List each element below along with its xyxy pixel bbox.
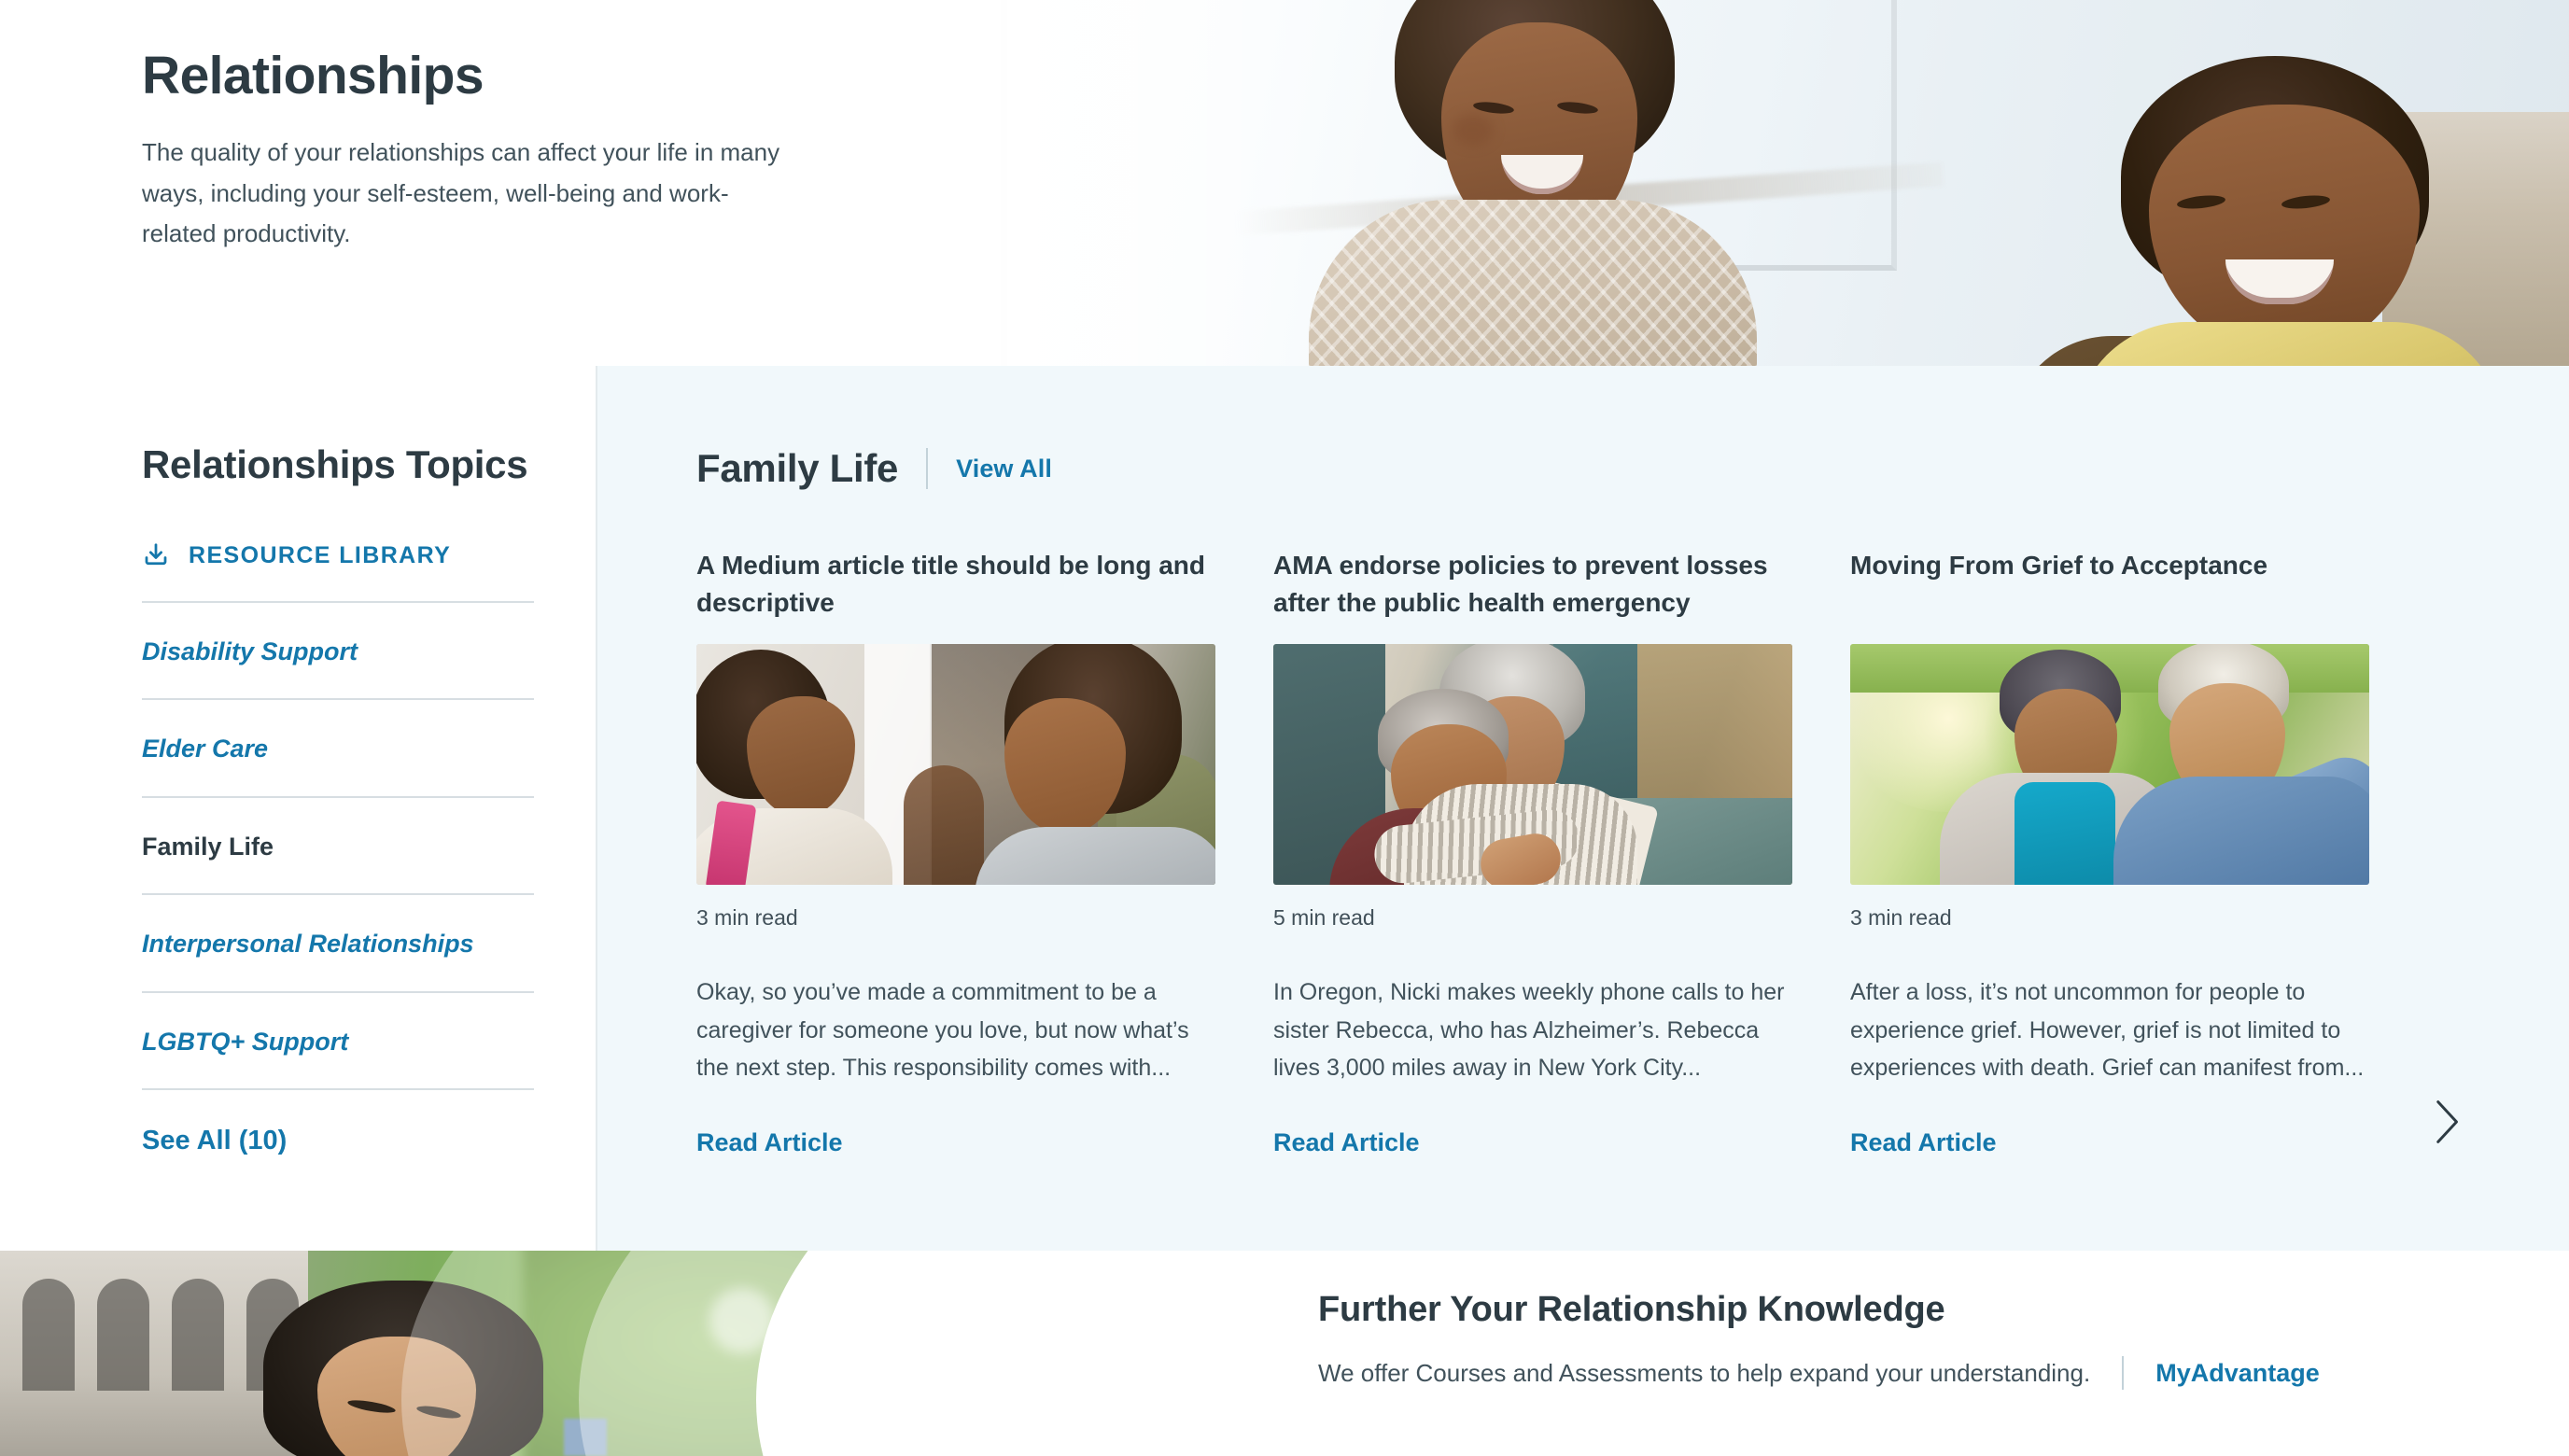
header-divider bbox=[926, 448, 929, 489]
hero-description: The quality of your relationships can af… bbox=[142, 137, 780, 248]
article-title[interactable]: AMA endorse policies to prevent losses a… bbox=[1273, 547, 1792, 623]
resource-library-label: RESOURCE LIBRARY bbox=[189, 541, 452, 568]
article-thumbnail[interactable] bbox=[1273, 644, 1792, 885]
article-read-time: 5 min read bbox=[1273, 905, 1375, 930]
main-section: Relationships Topics RESOURCE LIBRARY Di… bbox=[0, 366, 2569, 1251]
article-read-time: 3 min read bbox=[696, 905, 798, 930]
read-article-link[interactable]: Read Article bbox=[696, 1128, 1215, 1157]
sidebar-title: Relationships Topics bbox=[142, 442, 528, 486]
sidebar-item-disability-support[interactable]: Disability Support bbox=[142, 601, 534, 698]
sidebar-item-interpersonal-relationships[interactable]: Interpersonal Relationships bbox=[142, 893, 534, 990]
article-title[interactable]: A Medium article title should be long an… bbox=[696, 547, 1215, 623]
read-article-link[interactable]: Read Article bbox=[1850, 1128, 2369, 1157]
page-root: Relationships The quality of your relati… bbox=[0, 0, 2569, 1456]
topics-sidebar: Relationships Topics RESOURCE LIBRARY Di… bbox=[0, 366, 597, 1251]
articles-title: Family Life bbox=[696, 446, 899, 490]
article-excerpt: Okay, so you’ve made a commitment to be … bbox=[696, 979, 1189, 1081]
download-icon bbox=[142, 541, 170, 569]
read-article-link[interactable]: Read Article bbox=[1273, 1128, 1792, 1157]
article-thumbnail[interactable] bbox=[696, 644, 1215, 885]
article-card[interactable]: A Medium article title should be long an… bbox=[696, 547, 1215, 1157]
promo-text-block: Further Your Relationship Knowledge We o… bbox=[1318, 1290, 2320, 1391]
myadvantage-link[interactable]: MyAdvantage bbox=[2155, 1359, 2320, 1388]
article-read-time: 3 min read bbox=[1850, 905, 1952, 930]
page-title: Relationships bbox=[142, 46, 484, 105]
sidebar-item-elder-care[interactable]: Elder Care bbox=[142, 698, 534, 795]
articles-header: Family Life View All bbox=[696, 441, 2569, 497]
article-title[interactable]: Moving From Grief to Acceptance bbox=[1850, 547, 2369, 623]
chevron-right-icon bbox=[2427, 1096, 2464, 1153]
see-all-topics-link[interactable]: See All (10) bbox=[142, 1087, 534, 1156]
hero-text-block: Relationships The quality of your relati… bbox=[142, 46, 851, 255]
article-excerpt: In Oregon, Nicki makes weekly phone call… bbox=[1273, 979, 1785, 1081]
promo-subtitle: We offer Courses and Assessments to help… bbox=[1318, 1359, 2091, 1387]
topic-list: Disability Support Elder Care Family Lif… bbox=[142, 601, 534, 1088]
article-excerpt: After a loss, it’s not uncommon for peop… bbox=[1850, 979, 2365, 1081]
promo-title: Further Your Relationship Knowledge bbox=[1318, 1290, 1945, 1329]
article-thumbnail[interactable] bbox=[1850, 644, 2369, 885]
article-card[interactable]: AMA endorse policies to prevent losses a… bbox=[1273, 547, 1792, 1157]
hero-section: Relationships The quality of your relati… bbox=[0, 0, 2569, 366]
sidebar-item-lgbtq-support[interactable]: LGBTQ+ Support bbox=[142, 990, 534, 1088]
article-card[interactable]: Moving From Grief to Acceptance 3 min re… bbox=[1850, 547, 2369, 1157]
articles-panel: Family Life View All A Medium article ti… bbox=[597, 366, 2569, 1251]
promo-section: Further Your Relationship Knowledge We o… bbox=[0, 1251, 2569, 1456]
sidebar-item-family-life[interactable]: Family Life bbox=[142, 795, 534, 893]
article-card-list: A Medium article title should be long an… bbox=[696, 547, 2569, 1157]
carousel-next-button[interactable] bbox=[2416, 1094, 2476, 1154]
promo-divider bbox=[2122, 1356, 2125, 1391]
view-all-link[interactable]: View All bbox=[956, 455, 1052, 483]
hero-image bbox=[889, 0, 2569, 366]
resource-library-link[interactable]: RESOURCE LIBRARY bbox=[142, 541, 596, 569]
